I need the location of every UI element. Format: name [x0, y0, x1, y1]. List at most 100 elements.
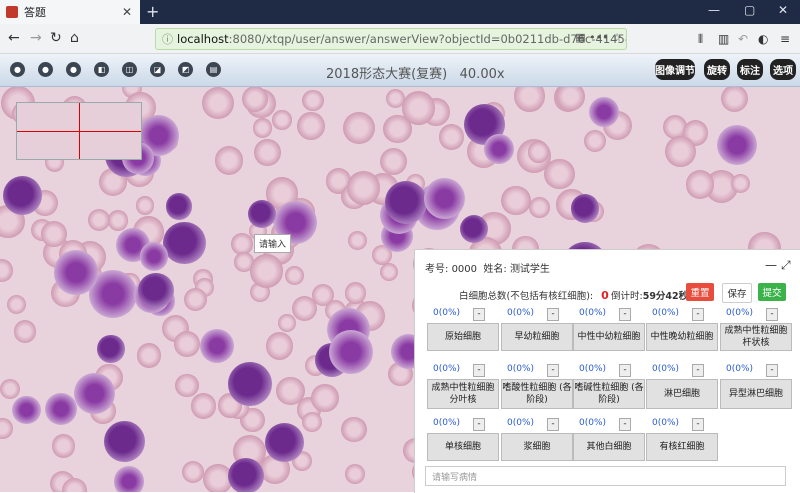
decrement-button[interactable]: - — [766, 308, 778, 321]
red-blood-cell — [401, 91, 435, 125]
undo-icon[interactable]: ↶ — [738, 32, 748, 46]
red-blood-cell — [347, 230, 368, 251]
expand-panel-icon[interactable]: ⤢ — [781, 258, 791, 273]
red-blood-cell — [379, 148, 407, 176]
white-blood-cell — [74, 372, 116, 414]
red-blood-cell — [13, 320, 37, 344]
red-blood-cell — [285, 266, 305, 285]
tool-icon-2[interactable]: ● — [38, 62, 53, 77]
minimize-window-icon[interactable]: — — [708, 3, 720, 17]
decrement-button[interactable]: - — [766, 364, 778, 377]
site-info-icon[interactable]: ⓘ — [162, 31, 173, 47]
reload-icon[interactable]: ↻ — [50, 30, 62, 46]
decrement-button[interactable]: - — [473, 364, 485, 377]
red-blood-cell — [0, 417, 14, 439]
annotate-button[interactable]: 标注 — [737, 59, 763, 80]
student-name: 测试学生 — [509, 264, 550, 275]
decrement-button[interactable]: - — [692, 308, 704, 321]
menu-icon[interactable]: ≡ — [780, 32, 790, 46]
cell-type-button[interactable]: 早幼粒细胞 — [501, 323, 573, 351]
submit-button[interactable]: 提交 — [758, 283, 786, 301]
cell-count-percent: 0(0%) — [652, 364, 680, 374]
cell-type-button[interactable]: 中性晚幼粒细胞 — [646, 323, 718, 351]
url-bar[interactable]: ⓘ localhost:8080/xtqp/user/answer/answer… — [155, 28, 627, 50]
rotate-button[interactable]: 旋转 — [704, 59, 730, 80]
decrement-button[interactable]: - — [619, 364, 631, 377]
cell-type-button[interactable]: 异型淋巴细胞 — [720, 379, 792, 409]
tool-icon-3[interactable]: ● — [66, 62, 81, 77]
cell-type-button[interactable]: 成熟中性粒细胞 杆状核 — [720, 323, 792, 351]
minimize-panel-icon[interactable]: — — [765, 258, 777, 272]
restore-window-icon[interactable]: ▢ — [744, 3, 755, 17]
minimap-crosshair-v — [79, 103, 80, 159]
cell-count-percent: 0(0%) — [507, 308, 535, 318]
cell-count-percent: 0(0%) — [726, 308, 754, 318]
close-window-icon[interactable]: ✕ — [778, 3, 788, 17]
wbc-total-value: 0 — [601, 289, 609, 302]
tool-icon-5[interactable]: ◫ — [122, 62, 137, 77]
cell-type-button[interactable]: 单核细胞 — [427, 433, 499, 461]
tool-icon-7[interactable]: ◩ — [178, 62, 193, 77]
decrement-button[interactable]: - — [547, 364, 559, 377]
forward-icon[interactable]: → — [30, 30, 42, 46]
save-button[interactable]: 保存 — [722, 283, 752, 303]
sidebar-icon[interactable]: ▥ — [718, 32, 729, 46]
cell-count-panel: 考号: 0000 姓名: 测试学生 — ⤢ 白细胞总数(不包括有核红细胞): 0 … — [414, 249, 800, 493]
white-blood-cell — [247, 200, 277, 229]
page-actions-icon[interactable]: ▦ ••• ☆ — [575, 31, 622, 44]
library-icon[interactable]: ⫴ — [698, 32, 703, 47]
cell-type-button[interactable]: 有核红细胞 — [646, 433, 718, 461]
red-blood-cell — [664, 135, 696, 168]
tool-icon-8[interactable]: ▤ — [206, 62, 221, 77]
cell-type-button[interactable]: 原始细胞 — [427, 323, 499, 351]
new-tab-icon[interactable]: + — [146, 2, 159, 21]
white-blood-cell — [137, 272, 174, 309]
close-tab-icon[interactable]: ✕ — [122, 5, 132, 19]
image-adjust-button[interactable]: 图像调节 — [655, 59, 695, 80]
cell-type-button[interactable]: 浆细胞 — [501, 433, 573, 461]
white-blood-cell — [11, 395, 41, 425]
tool-icon-4[interactable]: ◧ — [94, 62, 109, 77]
diagnosis-input[interactable]: 请输写病情 — [425, 466, 786, 486]
slide-minimap[interactable] — [16, 102, 142, 160]
decrement-button[interactable]: - — [473, 308, 485, 321]
decrement-button[interactable]: - — [473, 418, 485, 431]
back-icon[interactable]: ← — [8, 30, 20, 46]
cell-type-button[interactable]: 中性中幼粒细胞 — [573, 323, 645, 351]
decrement-button[interactable]: - — [619, 308, 631, 321]
white-blood-cell — [45, 393, 77, 426]
options-button[interactable]: 选项 — [770, 59, 796, 80]
red-blood-cell — [266, 332, 294, 360]
cell-type-button[interactable]: 淋巴细胞 — [646, 379, 718, 409]
decrement-button[interactable]: - — [692, 364, 704, 377]
white-blood-cell — [165, 193, 193, 220]
red-blood-cell — [175, 373, 199, 398]
home-icon[interactable]: ⌂ — [70, 30, 79, 46]
cell-type-button[interactable]: 成熟中性粒细胞 分叶核 — [427, 379, 499, 409]
cell-type-button[interactable]: 嗜酸性粒细胞 (各阶段) — [501, 379, 573, 409]
red-blood-cell — [584, 130, 607, 153]
white-blood-cell — [113, 466, 145, 492]
red-blood-cell — [302, 89, 324, 112]
cell-type-button[interactable]: 嗜碱性粒细胞 (各阶段) — [573, 379, 645, 409]
tool-icon-6[interactable]: ◪ — [150, 62, 165, 77]
red-blood-cell — [87, 208, 110, 231]
decrement-button[interactable]: - — [547, 418, 559, 431]
decrement-button[interactable]: - — [692, 418, 704, 431]
cell-count-percent: 0(0%) — [652, 418, 680, 428]
zoom-level: 40.00x — [459, 67, 505, 82]
extension-icon[interactable]: ◐ — [758, 32, 768, 46]
decrement-button[interactable]: - — [619, 418, 631, 431]
cell-type-button[interactable]: 其他白细胞 — [573, 433, 645, 461]
tool-icon-1[interactable]: ● — [10, 62, 25, 77]
white-blood-cell — [265, 423, 304, 463]
wbc-total: 白细胞总数(不包括有核红细胞): 0 — [459, 289, 609, 302]
white-blood-cell — [104, 421, 146, 463]
red-blood-cell — [291, 295, 317, 321]
decrement-button[interactable]: - — [547, 308, 559, 321]
red-blood-cell — [302, 411, 323, 432]
browser-nav-bar: ← → ↻ ⌂ ⓘ localhost:8080/xtqp/user/answe… — [0, 24, 800, 54]
browser-tab[interactable]: 答题 ✕ — [0, 0, 140, 24]
red-blood-cell — [191, 393, 217, 419]
reset-button[interactable]: 重置 — [686, 283, 714, 301]
